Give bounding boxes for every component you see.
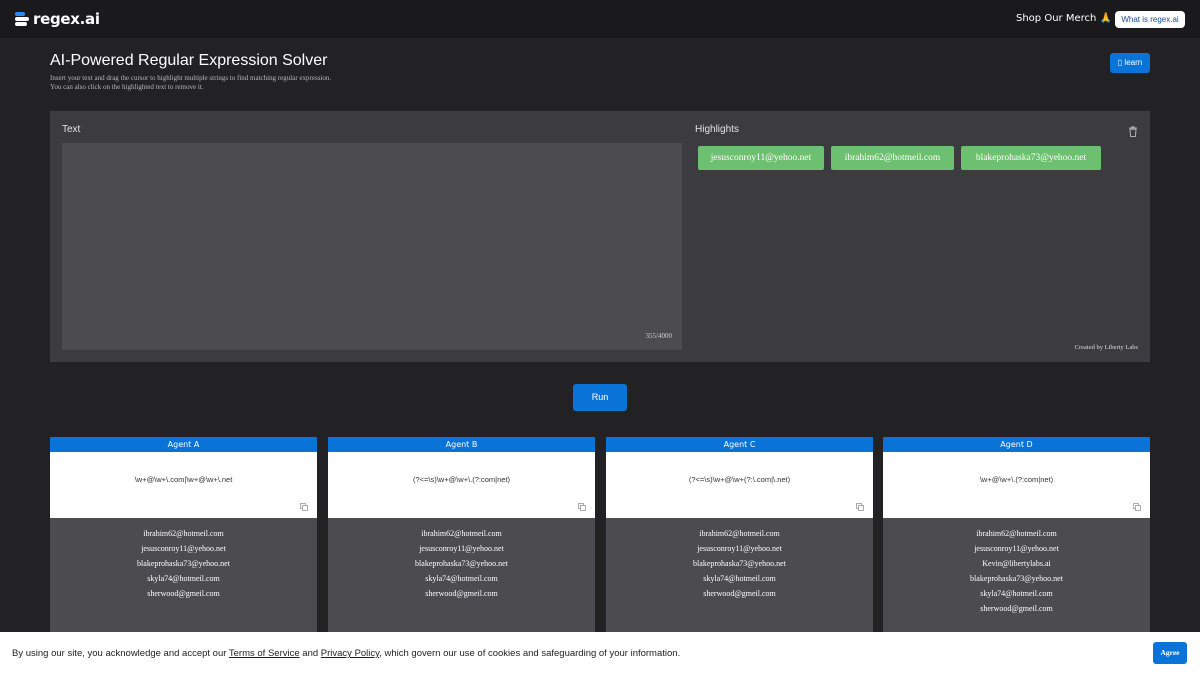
logo-text: regex.ai [33,10,100,28]
result-item: skyla74@hotmeil.com [147,574,220,583]
result-item: jesusconroy11@yehoo.net [697,544,782,553]
cookie-consent-bar: By using our site, you acknowledge and a… [0,632,1200,675]
input-panel: Text 355/4000 Highlights jesusconroy11@y… [50,111,1150,362]
what-is-regex-ai-button[interactable]: What is regex.ai [1115,11,1185,28]
page-subtitle-line-1: Insert your text and drag the cursor to … [50,74,332,82]
regex-ai-logo[interactable]: regex.ai [15,10,100,28]
agent-name: Agent B [328,437,595,452]
regex-text: (?<=\s)\w+@\w+\.(?:com|net) [412,475,511,484]
shop-merch-link[interactable]: Shop Our Merch 🙏 [1016,13,1112,24]
result-item: Kevin@libertylabs.ai [982,559,1051,568]
created-by-credit: Created by Liberty Labs [1074,344,1138,351]
agent-card: Agent C (?<=\s)\w+@\w+(?:\.com|\.net) ib… [606,437,873,648]
result-item: ibrahim62@hotmeil.com [143,529,224,538]
highlight-chip[interactable]: blakeprohaska73@yehoo.net [961,146,1101,170]
agent-regex: \w+@\w+\.com|\w+@\w+\.net [50,452,317,518]
result-item: skyla74@hotmeil.com [980,589,1053,598]
agent-results-list: ibrahim62@hotmeil.com jesusconroy11@yeho… [328,518,595,648]
highlight-chip[interactable]: jesusconroy11@yehoo.net [698,146,824,170]
result-item: jesusconroy11@yehoo.net [419,544,504,553]
copy-icon[interactable] [578,503,586,511]
bookmark-icon: ▯ [1117,58,1123,67]
result-item: ibrahim62@hotmeil.com [699,529,780,538]
result-item: sherwood@gmeil.com [980,604,1053,613]
text-section-label: Text [62,124,81,135]
result-item: jesusconroy11@yehoo.net [141,544,226,553]
regex-text: (?<=\s)\w+@\w+(?:\.com|\.net) [688,475,791,484]
trash-icon[interactable] [1128,126,1138,137]
result-item: skyla74@hotmeil.com [703,574,776,583]
top-navbar: regex.ai Shop Our Merch 🙏 What is regex.… [0,0,1200,38]
privacy-policy-link[interactable]: Privacy Policy [321,648,379,659]
agent-name: Agent A [50,437,317,452]
agent-card: Agent D \w+@\w+\.(?:com|net) ibrahim62@h… [883,437,1150,648]
cookie-text-part: , which govern our use of cookies and sa… [379,648,681,659]
result-item: blakeprohaska73@yehoo.net [970,574,1063,583]
cookie-message: By using our site, you acknowledge and a… [12,648,680,659]
learn-label: learn [1124,58,1143,67]
highlight-chip[interactable]: ibrahim62@hotmeil.com [831,146,954,170]
result-item: blakeprohaska73@yehoo.net [693,559,786,568]
highlights-section-label: Highlights [695,124,739,135]
terms-of-service-link[interactable]: Terms of Service [229,648,300,659]
cookie-text-part: and [299,648,321,659]
page-subtitle-line-2: You can also click on the highlighted te… [50,83,204,91]
agent-name: Agent C [606,437,873,452]
regex-text: \w+@\w+\.(?:com|net) [979,475,1054,484]
agent-card: Agent A \w+@\w+\.com|\w+@\w+\.net ibrahi… [50,437,317,648]
result-item: ibrahim62@hotmeil.com [976,529,1057,538]
page-title: AI-Powered Regular Expression Solver [50,52,328,69]
agent-regex: (?<=\s)\w+@\w+\.(?:com|net) [328,452,595,518]
agent-results-list: ibrahim62@hotmeil.com jesusconroy11@yeho… [606,518,873,648]
regex-logo-icon [15,12,29,26]
result-item: jesusconroy11@yehoo.net [974,544,1059,553]
result-item: sherwood@gmeil.com [425,589,498,598]
copy-icon[interactable] [300,503,308,511]
run-button[interactable]: Run [573,384,627,411]
learn-button[interactable]: ▯ learn [1110,53,1150,73]
text-input-area[interactable]: 355/4000 [62,143,682,350]
copy-icon[interactable] [856,503,864,511]
result-item: sherwood@gmeil.com [147,589,220,598]
agent-results-list: ibrahim62@hotmeil.com jesusconroy11@yeho… [50,518,317,648]
agree-button[interactable]: Agree [1153,642,1187,664]
copy-icon[interactable] [1133,503,1141,511]
result-item: skyla74@hotmeil.com [425,574,498,583]
result-item: blakeprohaska73@yehoo.net [137,559,230,568]
result-item: sherwood@gmeil.com [703,589,776,598]
agent-name: Agent D [883,437,1150,452]
character-counter: 355/4000 [645,332,672,340]
regex-text: \w+@\w+\.com|\w+@\w+\.net [134,475,233,484]
result-item: ibrahim62@hotmeil.com [421,529,502,538]
result-item: blakeprohaska73@yehoo.net [415,559,508,568]
cookie-text-part: By using our site, you acknowledge and a… [12,648,229,659]
agent-card: Agent B (?<=\s)\w+@\w+\.(?:com|net) ibra… [328,437,595,648]
agent-results-list: ibrahim62@hotmeil.com jesusconroy11@yeho… [883,518,1150,648]
agent-regex: (?<=\s)\w+@\w+(?:\.com|\.net) [606,452,873,518]
agent-regex: \w+@\w+\.(?:com|net) [883,452,1150,518]
